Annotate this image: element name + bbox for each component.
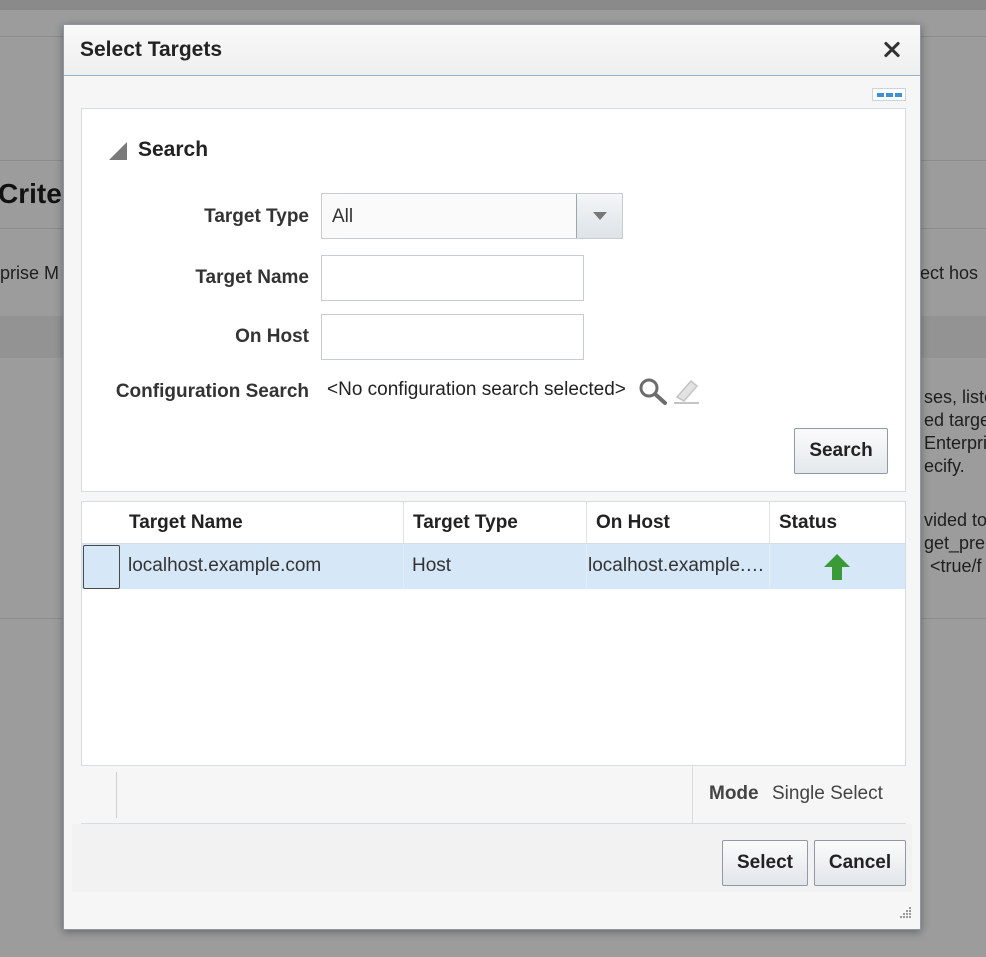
background-text: prise M	[0, 263, 60, 283]
background-text: vided to	[924, 510, 986, 530]
mode-value: Single Select	[772, 783, 883, 804]
background-text: ecify.	[924, 456, 965, 476]
background-text: ect hos	[920, 263, 979, 283]
background-text: ed targe	[924, 410, 986, 430]
close-icon[interactable]	[878, 35, 906, 63]
table-footer-bar: Mode Single Select	[81, 766, 906, 824]
background-text: <true/f	[930, 556, 982, 576]
dialog-header: Select Targets	[64, 25, 920, 76]
target-type-select[interactable]: All	[321, 193, 623, 239]
resize-grip-icon[interactable]	[898, 905, 912, 919]
footer-divider	[692, 766, 693, 824]
chevron-down-icon[interactable]	[576, 194, 622, 238]
on-host-label: On Host	[235, 326, 309, 347]
search-panel: Search Target Type All Target Name On Ho…	[81, 108, 906, 492]
results-table: Target Name Target Type On Host Status l…	[81, 501, 906, 766]
background-text: ses, liste	[924, 387, 986, 407]
cell-target-type: Host	[404, 544, 587, 589]
more-options-icon[interactable]	[872, 88, 906, 101]
column-header-target-name[interactable]: Target Name	[120, 502, 404, 543]
target-name-label: Target Name	[195, 267, 309, 288]
background-topbar	[0, 0, 986, 10]
cancel-button[interactable]: Cancel	[814, 840, 906, 886]
select-button[interactable]: Select	[722, 840, 808, 886]
column-header-status[interactable]: Status	[770, 502, 905, 543]
configuration-search-value: <No configuration search selected>	[327, 379, 626, 400]
search-button[interactable]: Search	[794, 428, 888, 474]
target-type-label: Target Type	[204, 206, 309, 227]
eraser-icon[interactable]	[671, 377, 701, 405]
column-header-on-host[interactable]: On Host	[587, 502, 770, 543]
target-name-input[interactable]	[321, 255, 584, 301]
collapse-triangle-icon[interactable]	[109, 142, 127, 160]
cell-target-name: localhost.example.com	[120, 544, 404, 589]
background-text: get_pre	[924, 533, 986, 553]
table-row[interactable]: localhost.example.com Host localhost.exa…	[82, 544, 905, 589]
status-up-icon	[824, 554, 850, 580]
target-type-value: All	[332, 206, 354, 227]
configuration-search-label: Configuration Search	[115, 381, 309, 402]
select-targets-dialog: Select Targets Search Target Type All Ta…	[63, 24, 921, 930]
column-header-target-type[interactable]: Target Type	[404, 502, 587, 543]
dialog-title: Select Targets	[80, 38, 223, 61]
on-host-input[interactable]	[321, 314, 584, 360]
background-heading: Criter	[0, 178, 73, 209]
search-icon[interactable]	[638, 377, 668, 405]
row-selector[interactable]	[83, 545, 120, 589]
search-section-title[interactable]: Search	[138, 138, 208, 162]
background-text: Enterpris	[924, 433, 986, 453]
cell-on-host: localhost.example.com	[587, 544, 770, 589]
footer-divider	[116, 772, 117, 818]
mode-label: Mode	[709, 783, 759, 804]
